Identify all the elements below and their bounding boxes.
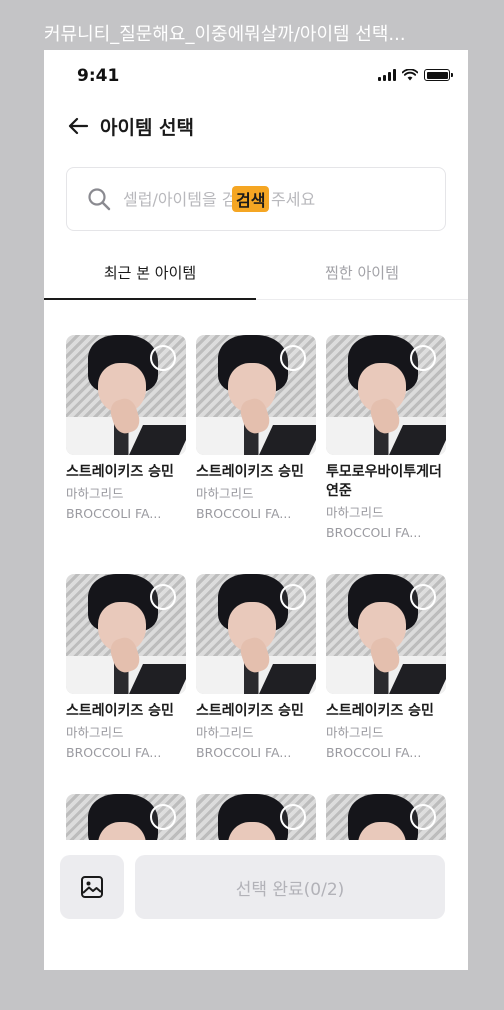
item-brand: BROCCOLI FA... [66, 745, 162, 760]
image-icon [81, 876, 103, 898]
item-card[interactable]: 스트레이키즈 승민 마하그리드 BROCCOLI FA... [326, 574, 446, 761]
select-checkbox[interactable] [410, 345, 436, 371]
item-card[interactable] [326, 794, 446, 840]
item-thumbnail [66, 574, 186, 694]
item-card[interactable]: 스트레이키즈 승민 마하그리드 BROCCOLI FA... [66, 574, 186, 761]
phone-screen: 9:41 아이템 선택 검색 최근 본 아이템 [44, 50, 468, 970]
item-name: 스트레이키즈 승민 [66, 464, 174, 480]
arrow-left-icon [68, 117, 89, 135]
gallery-button[interactable] [60, 855, 124, 919]
item-shop: 마하그리드 [326, 505, 384, 520]
item-brand: BROCCOLI FA... [326, 745, 422, 760]
item-card[interactable]: 스트레이키즈 승민 마하그리드 BROCCOLI FA... [66, 335, 186, 522]
select-checkbox[interactable] [410, 804, 436, 830]
item-card[interactable]: 스트레이키즈 승민 마하그리드 BROCCOLI FA... [196, 574, 316, 761]
page-title: 아이템 선택 [100, 116, 195, 139]
item-shop: 마하그리드 [196, 486, 254, 501]
item-thumbnail [326, 794, 446, 840]
item-thumbnail [196, 794, 316, 840]
item-name: 스트레이키즈 승민 [326, 703, 434, 719]
item-shop: 마하그리드 [66, 725, 124, 740]
status-time: 9:41 [77, 66, 120, 86]
item-brand: BROCCOLI FA... [196, 745, 292, 760]
item-brand: BROCCOLI FA... [66, 506, 162, 521]
item-thumbnail [66, 794, 186, 840]
item-card[interactable]: 투모로우바이투게더 연준 마하그리드 BROCCOLI FA... [326, 335, 446, 541]
select-checkbox[interactable] [150, 804, 176, 830]
item-card[interactable]: 스트레이키즈 승민 마하그리드 BROCCOLI FA... [196, 335, 316, 522]
item-name: 스트레이키즈 승민 [196, 703, 304, 719]
complete-selection-button[interactable]: 선택 완료(0/2) [135, 855, 445, 919]
item-name: 스트레이키즈 승민 [196, 464, 304, 480]
select-checkbox[interactable] [150, 584, 176, 610]
search-bar[interactable]: 검색 [66, 167, 446, 231]
select-checkbox[interactable] [280, 345, 306, 371]
item-brand: BROCCOLI FA... [196, 506, 292, 521]
item-thumbnail [326, 335, 446, 455]
item-shop: 마하그리드 [196, 725, 254, 740]
wifi-icon [402, 69, 418, 81]
back-button[interactable] [66, 114, 90, 138]
item-thumbnail [326, 574, 446, 694]
status-icons [378, 69, 453, 81]
bottom-action-bar: 선택 완료(0/2) [60, 855, 452, 919]
frame-title: 커뮤니티_질문해요_이중에뭐살까/아이템 선택... [44, 24, 406, 45]
item-name: 스트레이키즈 승민 [66, 703, 174, 719]
item-thumbnail [66, 335, 186, 455]
search-highlight-tag: 검색 [232, 186, 270, 212]
tab-liked-items[interactable]: 찜한 아이템 [256, 258, 468, 300]
select-checkbox[interactable] [150, 345, 176, 371]
item-grid: 스트레이키즈 승민 마하그리드 BROCCOLI FA... 스트레이키즈 승민… [66, 335, 448, 840]
item-thumbnail [196, 335, 316, 455]
cellular-signal-icon [378, 69, 396, 81]
item-thumbnail [196, 574, 316, 694]
select-checkbox[interactable] [410, 584, 436, 610]
search-icon [88, 188, 111, 211]
item-card[interactable] [66, 794, 186, 840]
item-shop: 마하그리드 [326, 725, 384, 740]
select-checkbox[interactable] [280, 584, 306, 610]
item-brand: BROCCOLI FA... [326, 525, 422, 540]
header: 아이템 선택 [66, 112, 194, 140]
tab-bar: 최근 본 아이템 찜한 아이템 [44, 258, 468, 300]
status-bar: 9:41 [44, 50, 468, 102]
tab-recent-items[interactable]: 최근 본 아이템 [44, 258, 256, 300]
item-shop: 마하그리드 [66, 486, 124, 501]
item-card[interactable] [196, 794, 316, 840]
select-checkbox[interactable] [280, 804, 306, 830]
item-name: 투모로우바이투게더 연준 [326, 464, 442, 499]
battery-icon [424, 69, 453, 81]
